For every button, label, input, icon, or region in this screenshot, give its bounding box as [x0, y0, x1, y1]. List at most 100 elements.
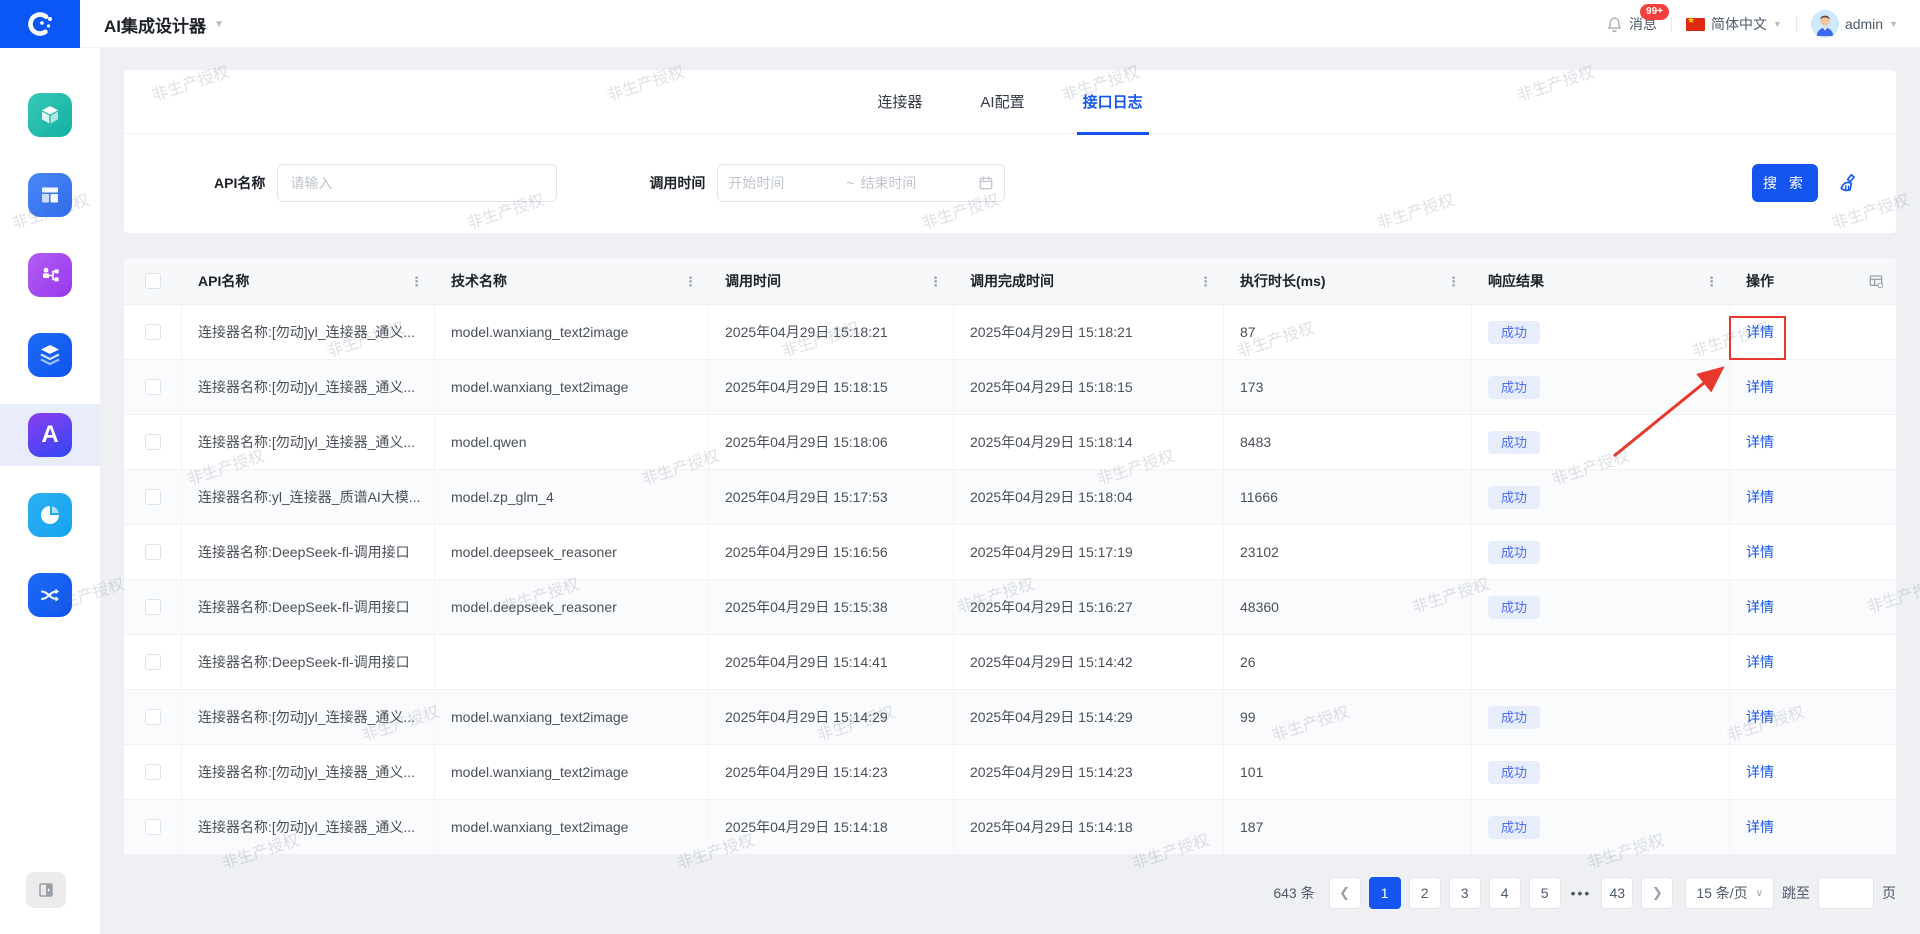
column-menu-icon[interactable]: ⋮ [684, 275, 697, 288]
detail-link[interactable]: 详情 [1746, 432, 1774, 452]
status-badge: 成功 [1488, 816, 1540, 839]
range-separator: ~ [846, 175, 854, 191]
sidebar-item-model[interactable] [0, 84, 100, 146]
cell-done-time: 2025年04月29日 15:18:04 [954, 470, 1224, 524]
cell-duration: 48360 [1224, 580, 1472, 634]
user-menu[interactable]: admin ▼ [1811, 10, 1898, 38]
language-selector[interactable]: ★ 简体中文 ▼ [1686, 14, 1782, 34]
column-menu-icon[interactable]: ⋮ [1199, 275, 1212, 288]
jump-to-label: 跳至 [1782, 883, 1810, 903]
sidebar-item-ai-designer[interactable]: A [0, 404, 100, 466]
clear-filters-button[interactable] [1836, 170, 1862, 196]
tab-bar: 连接器 AI配置 接口日志 [124, 70, 1896, 134]
tab-connector[interactable]: 连接器 [877, 70, 922, 134]
page-button-last[interactable]: 43 [1601, 877, 1633, 909]
messages-button[interactable]: 消息 99+ [1606, 14, 1657, 34]
table-row: 连接器名称:DeepSeek-fl-调用接口 model.deepseek_re… [124, 580, 1896, 635]
column-menu-icon[interactable]: ⋮ [929, 275, 942, 288]
table-row: 连接器名称:[勿动]yl_连接器_通义... model.wanxiang_te… [124, 360, 1896, 415]
more-pages-button[interactable]: ••• [1569, 885, 1594, 901]
detail-link[interactable]: 详情 [1746, 817, 1774, 837]
detail-link[interactable]: 详情 [1746, 377, 1774, 397]
detail-link[interactable]: 详情 [1746, 652, 1774, 672]
cell-api-name: 连接器名称:[勿动]yl_连接器_通义... [182, 305, 435, 359]
column-menu-icon[interactable]: ⋮ [410, 275, 423, 288]
row-checkbox[interactable] [145, 654, 161, 670]
cell-tech-name: model.deepseek_reasoner [435, 580, 709, 634]
column-header-duration: 执行时长(ms)⋮ [1224, 258, 1472, 304]
row-checkbox[interactable] [145, 544, 161, 560]
page-button-4[interactable]: 4 [1489, 877, 1521, 909]
filter-row: API名称 调用时间 开始时间 ~ 结束时间 搜 索 [124, 134, 1896, 232]
detail-link[interactable]: 详情 [1746, 542, 1774, 562]
jump-page-input[interactable] [1818, 877, 1874, 909]
cell-tech-name: model.wanxiang_text2image [435, 360, 709, 414]
row-checkbox[interactable] [145, 709, 161, 725]
date-range-picker[interactable]: 开始时间 ~ 结束时间 [717, 164, 1005, 202]
page-button-2[interactable]: 2 [1409, 877, 1441, 909]
column-header-api-name: API名称⋮ [182, 258, 435, 304]
row-checkbox[interactable] [145, 819, 161, 835]
detail-link[interactable]: 详情 [1746, 762, 1774, 782]
status-badge: 成功 [1488, 486, 1540, 509]
app-logo[interactable] [0, 0, 80, 48]
cell-api-name: 连接器名称:[勿动]yl_连接器_通义... [182, 360, 435, 414]
cell-done-time: 2025年04月29日 15:16:27 [954, 580, 1224, 634]
cell-tech-name: model.wanxiang_text2image [435, 745, 709, 799]
table-row: 连接器名称:[勿动]yl_连接器_通义... model.wanxiang_te… [124, 305, 1896, 360]
detail-link[interactable]: 详情 [1746, 487, 1774, 507]
status-badge: 成功 [1488, 761, 1540, 784]
cell-duration: 173 [1224, 360, 1472, 414]
detail-link[interactable]: 详情 [1746, 322, 1774, 342]
sidebar-item-flow[interactable] [0, 244, 100, 306]
sidebar-item-integration[interactable] [0, 564, 100, 626]
table-body: 连接器名称:[勿动]yl_连接器_通义... model.wanxiang_te… [124, 305, 1896, 855]
app-title-wrap[interactable]: AI集成设计器 ▼ [104, 0, 224, 48]
prev-page-button[interactable]: ❮ [1329, 877, 1361, 909]
sidebar-item-layout[interactable] [0, 164, 100, 226]
table-row: 连接器名称:DeepSeek-fl-调用接口 2025年04月29日 15:14… [124, 635, 1896, 690]
pagination: 643 条 ❮ 1 2 3 4 5 ••• 43 ❯ 15 条/页∨ 跳至 页 [1273, 877, 1896, 909]
cell-duration: 187 [1224, 800, 1472, 854]
select-all-checkbox[interactable] [145, 273, 161, 289]
row-checkbox[interactable] [145, 489, 161, 505]
username: admin [1845, 16, 1883, 32]
column-header-done-time: 调用完成时间⋮ [954, 258, 1224, 304]
column-menu-icon[interactable]: ⋮ [1705, 275, 1718, 288]
cell-done-time: 2025年04月29日 15:14:18 [954, 800, 1224, 854]
sidebar-collapse-button[interactable] [26, 872, 66, 908]
column-menu-icon[interactable]: ⋮ [1447, 275, 1460, 288]
cell-tech-name: model.wanxiang_text2image [435, 305, 709, 359]
page-button-1[interactable]: 1 [1369, 877, 1401, 909]
tab-ai-config[interactable]: AI配置 [980, 70, 1024, 134]
broom-icon [1838, 172, 1860, 194]
detail-link[interactable]: 详情 [1746, 707, 1774, 727]
detail-link[interactable]: 详情 [1746, 597, 1774, 617]
status-badge: 成功 [1488, 431, 1540, 454]
sidebar-item-stats[interactable] [0, 484, 100, 546]
page-size-select[interactable]: 15 条/页∨ [1685, 877, 1774, 909]
row-checkbox[interactable] [145, 434, 161, 450]
top-bar: AI集成设计器 ▼ 消息 99+ ★ 简体中文 ▼ [0, 0, 1920, 48]
tab-api-logs[interactable]: 接口日志 [1083, 70, 1143, 134]
cell-call-time: 2025年04月29日 15:18:21 [709, 305, 954, 359]
page-button-3[interactable]: 3 [1449, 877, 1481, 909]
divider [1796, 17, 1797, 31]
search-button[interactable]: 搜 索 [1752, 164, 1818, 202]
api-name-input[interactable] [277, 164, 557, 202]
status-badge: 成功 [1488, 706, 1540, 729]
row-checkbox[interactable] [145, 764, 161, 780]
cell-call-time: 2025年04月29日 15:14:23 [709, 745, 954, 799]
row-checkbox[interactable] [145, 599, 161, 615]
cell-call-time: 2025年04月29日 15:14:29 [709, 690, 954, 744]
row-checkbox[interactable] [145, 324, 161, 340]
next-page-button[interactable]: ❯ [1641, 877, 1673, 909]
page-button-5[interactable]: 5 [1529, 877, 1561, 909]
sidebar-item-layers[interactable] [0, 324, 100, 386]
row-checkbox[interactable] [145, 379, 161, 395]
language-label: 简体中文 [1711, 14, 1767, 34]
cell-duration: 11666 [1224, 470, 1472, 524]
calendar-icon [978, 175, 994, 191]
divider [1671, 17, 1672, 31]
table-settings-icon[interactable] [1868, 273, 1884, 289]
